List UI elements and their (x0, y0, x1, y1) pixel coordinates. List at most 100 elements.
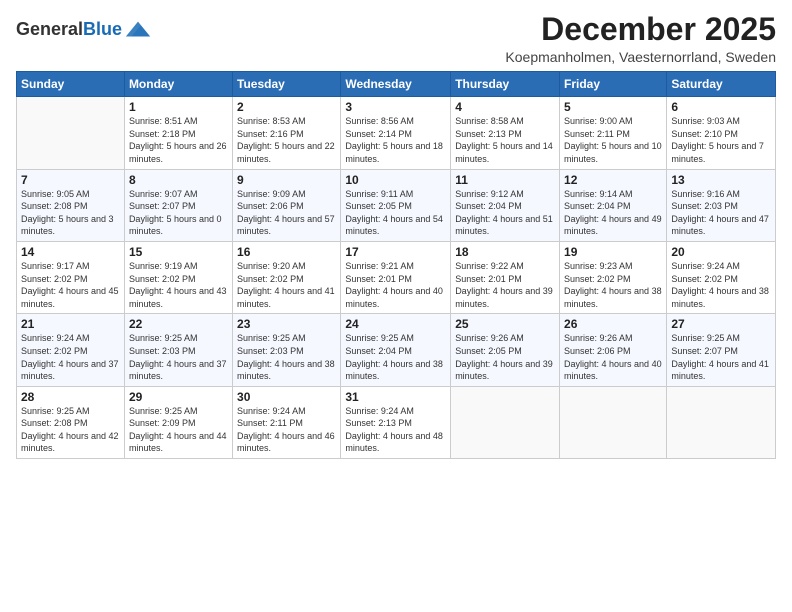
logo-icon (124, 16, 152, 44)
day-info: Sunrise: 9:25 AMSunset: 2:03 PMDaylight:… (129, 332, 228, 382)
day-number: 22 (129, 317, 228, 331)
day-cell-w3-d6: 19Sunrise: 9:23 AMSunset: 2:02 PMDayligh… (560, 241, 667, 313)
day-info: Sunrise: 9:25 AMSunset: 2:07 PMDaylight:… (671, 332, 771, 382)
day-cell-w2-d7: 13Sunrise: 9:16 AMSunset: 2:03 PMDayligh… (667, 169, 776, 241)
day-cell-w1-d7: 6Sunrise: 9:03 AMSunset: 2:10 PMDaylight… (667, 97, 776, 169)
day-cell-w4-d4: 24Sunrise: 9:25 AMSunset: 2:04 PMDayligh… (341, 314, 451, 386)
logo-blue-text: Blue (83, 19, 122, 39)
day-info: Sunrise: 9:25 AMSunset: 2:04 PMDaylight:… (345, 332, 446, 382)
day-cell-w4-d7: 27Sunrise: 9:25 AMSunset: 2:07 PMDayligh… (667, 314, 776, 386)
day-info: Sunrise: 9:24 AMSunset: 2:13 PMDaylight:… (345, 405, 446, 455)
day-cell-w5-d5 (451, 386, 560, 458)
day-info: Sunrise: 9:21 AMSunset: 2:01 PMDaylight:… (345, 260, 446, 310)
day-cell-w3-d2: 15Sunrise: 9:19 AMSunset: 2:02 PMDayligh… (124, 241, 232, 313)
calendar-header-row: Sunday Monday Tuesday Wednesday Thursday… (17, 72, 776, 97)
day-number: 8 (129, 173, 228, 187)
logo-general-text: General (16, 19, 83, 39)
day-cell-w4-d1: 21Sunrise: 9:24 AMSunset: 2:02 PMDayligh… (17, 314, 125, 386)
day-info: Sunrise: 9:03 AMSunset: 2:10 PMDaylight:… (671, 115, 771, 165)
day-number: 5 (564, 100, 662, 114)
col-thursday: Thursday (451, 72, 560, 97)
col-saturday: Saturday (667, 72, 776, 97)
day-cell-w2-d5: 11Sunrise: 9:12 AMSunset: 2:04 PMDayligh… (451, 169, 560, 241)
day-cell-w2-d4: 10Sunrise: 9:11 AMSunset: 2:05 PMDayligh… (341, 169, 451, 241)
day-number: 21 (21, 317, 120, 331)
day-number: 15 (129, 245, 228, 259)
day-info: Sunrise: 9:12 AMSunset: 2:04 PMDaylight:… (455, 188, 555, 238)
day-info: Sunrise: 9:23 AMSunset: 2:02 PMDaylight:… (564, 260, 662, 310)
day-cell-w3-d4: 17Sunrise: 9:21 AMSunset: 2:01 PMDayligh… (341, 241, 451, 313)
day-cell-w1-d3: 2Sunrise: 8:53 AMSunset: 2:16 PMDaylight… (233, 97, 341, 169)
day-cell-w3-d7: 20Sunrise: 9:24 AMSunset: 2:02 PMDayligh… (667, 241, 776, 313)
col-monday: Monday (124, 72, 232, 97)
day-info: Sunrise: 9:00 AMSunset: 2:11 PMDaylight:… (564, 115, 662, 165)
week-row-3: 14Sunrise: 9:17 AMSunset: 2:02 PMDayligh… (17, 241, 776, 313)
col-wednesday: Wednesday (341, 72, 451, 97)
day-cell-w4-d3: 23Sunrise: 9:25 AMSunset: 2:03 PMDayligh… (233, 314, 341, 386)
day-number: 2 (237, 100, 336, 114)
day-info: Sunrise: 9:05 AMSunset: 2:08 PMDaylight:… (21, 188, 120, 238)
day-cell-w4-d6: 26Sunrise: 9:26 AMSunset: 2:06 PMDayligh… (560, 314, 667, 386)
day-number: 10 (345, 173, 446, 187)
week-row-5: 28Sunrise: 9:25 AMSunset: 2:08 PMDayligh… (17, 386, 776, 458)
day-number: 30 (237, 390, 336, 404)
day-number: 9 (237, 173, 336, 187)
day-cell-w5-d3: 30Sunrise: 9:24 AMSunset: 2:11 PMDayligh… (233, 386, 341, 458)
day-cell-w5-d4: 31Sunrise: 9:24 AMSunset: 2:13 PMDayligh… (341, 386, 451, 458)
day-info: Sunrise: 9:16 AMSunset: 2:03 PMDaylight:… (671, 188, 771, 238)
day-cell-w2-d2: 8Sunrise: 9:07 AMSunset: 2:07 PMDaylight… (124, 169, 232, 241)
day-cell-w5-d2: 29Sunrise: 9:25 AMSunset: 2:09 PMDayligh… (124, 386, 232, 458)
col-friday: Friday (560, 72, 667, 97)
day-number: 28 (21, 390, 120, 404)
day-number: 13 (671, 173, 771, 187)
day-cell-w1-d6: 5Sunrise: 9:00 AMSunset: 2:11 PMDaylight… (560, 97, 667, 169)
day-number: 20 (671, 245, 771, 259)
day-info: Sunrise: 9:25 AMSunset: 2:03 PMDaylight:… (237, 332, 336, 382)
day-info: Sunrise: 9:26 AMSunset: 2:05 PMDaylight:… (455, 332, 555, 382)
day-cell-w3-d3: 16Sunrise: 9:20 AMSunset: 2:02 PMDayligh… (233, 241, 341, 313)
day-number: 14 (21, 245, 120, 259)
day-number: 6 (671, 100, 771, 114)
day-cell-w3-d1: 14Sunrise: 9:17 AMSunset: 2:02 PMDayligh… (17, 241, 125, 313)
day-info: Sunrise: 9:25 AMSunset: 2:09 PMDaylight:… (129, 405, 228, 455)
day-info: Sunrise: 8:56 AMSunset: 2:14 PMDaylight:… (345, 115, 446, 165)
day-info: Sunrise: 9:14 AMSunset: 2:04 PMDaylight:… (564, 188, 662, 238)
day-info: Sunrise: 9:20 AMSunset: 2:02 PMDaylight:… (237, 260, 336, 310)
day-info: Sunrise: 9:09 AMSunset: 2:06 PMDaylight:… (237, 188, 336, 238)
page-container: GeneralBlue December 2025 Koepmanholmen,… (0, 0, 792, 612)
location: Koepmanholmen, Vaesternorrland, Sweden (505, 49, 776, 65)
day-info: Sunrise: 9:26 AMSunset: 2:06 PMDaylight:… (564, 332, 662, 382)
day-info: Sunrise: 8:53 AMSunset: 2:16 PMDaylight:… (237, 115, 336, 165)
day-number: 24 (345, 317, 446, 331)
day-info: Sunrise: 9:07 AMSunset: 2:07 PMDaylight:… (129, 188, 228, 238)
day-number: 11 (455, 173, 555, 187)
day-cell-w5-d6 (560, 386, 667, 458)
day-cell-w2-d3: 9Sunrise: 9:09 AMSunset: 2:06 PMDaylight… (233, 169, 341, 241)
day-info: Sunrise: 9:19 AMSunset: 2:02 PMDaylight:… (129, 260, 228, 310)
week-row-2: 7Sunrise: 9:05 AMSunset: 2:08 PMDaylight… (17, 169, 776, 241)
logo: GeneralBlue (16, 16, 152, 44)
day-info: Sunrise: 8:58 AMSunset: 2:13 PMDaylight:… (455, 115, 555, 165)
day-cell-w1-d1 (17, 97, 125, 169)
day-number: 7 (21, 173, 120, 187)
day-info: Sunrise: 9:24 AMSunset: 2:02 PMDaylight:… (21, 332, 120, 382)
day-number: 23 (237, 317, 336, 331)
day-number: 12 (564, 173, 662, 187)
day-number: 19 (564, 245, 662, 259)
week-row-1: 1Sunrise: 8:51 AMSunset: 2:18 PMDaylight… (17, 97, 776, 169)
day-number: 26 (564, 317, 662, 331)
calendar-table: Sunday Monday Tuesday Wednesday Thursday… (16, 71, 776, 459)
day-number: 27 (671, 317, 771, 331)
day-number: 29 (129, 390, 228, 404)
day-number: 25 (455, 317, 555, 331)
day-number: 3 (345, 100, 446, 114)
day-cell-w2-d1: 7Sunrise: 9:05 AMSunset: 2:08 PMDaylight… (17, 169, 125, 241)
day-number: 1 (129, 100, 228, 114)
day-cell-w2-d6: 12Sunrise: 9:14 AMSunset: 2:04 PMDayligh… (560, 169, 667, 241)
title-block: December 2025 Koepmanholmen, Vaesternorr… (505, 12, 776, 65)
day-info: Sunrise: 9:24 AMSunset: 2:11 PMDaylight:… (237, 405, 336, 455)
day-cell-w1-d2: 1Sunrise: 8:51 AMSunset: 2:18 PMDaylight… (124, 97, 232, 169)
day-cell-w4-d2: 22Sunrise: 9:25 AMSunset: 2:03 PMDayligh… (124, 314, 232, 386)
col-sunday: Sunday (17, 72, 125, 97)
day-cell-w5-d1: 28Sunrise: 9:25 AMSunset: 2:08 PMDayligh… (17, 386, 125, 458)
